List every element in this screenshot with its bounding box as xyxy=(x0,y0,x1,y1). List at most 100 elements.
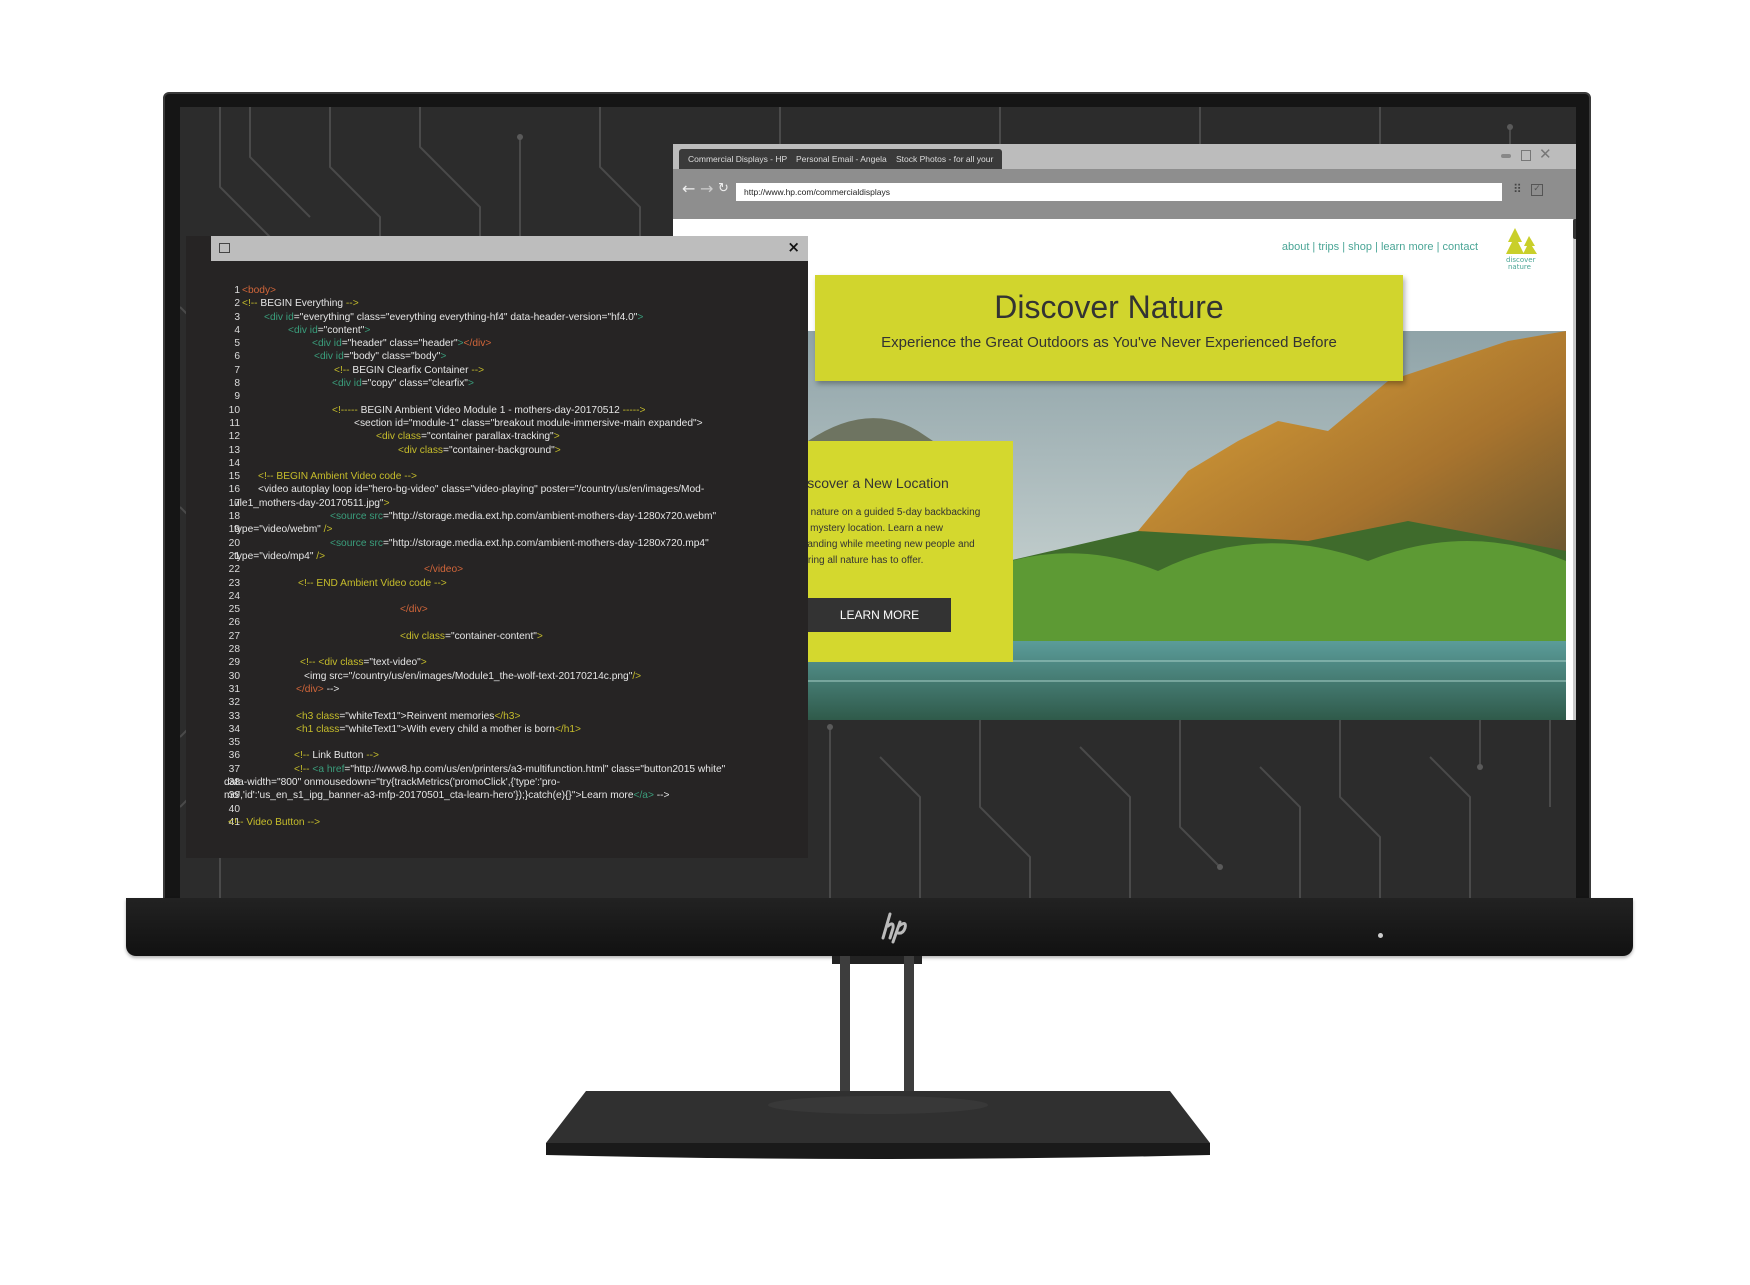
code-text: mo','id':'us_en_s1_ipg_banner-a3-mfp-201… xyxy=(224,789,669,802)
code-token: <h1 class xyxy=(296,723,340,735)
code-token: data-width="800" onmousedown="try{trackM… xyxy=(224,776,560,788)
code-token: </div> xyxy=(400,604,428,616)
line-number: 29 xyxy=(228,657,240,669)
code-text: <img src="/country/us/en/images/Module1_… xyxy=(304,670,641,683)
line-number: 24 xyxy=(228,590,240,602)
line-number: 20 xyxy=(228,537,240,549)
forward-icon[interactable]: → xyxy=(700,179,713,198)
code-text: <!-- <div class="text-video"> xyxy=(300,656,427,669)
nav-link-shop[interactable]: shop xyxy=(1348,241,1372,253)
code-line: 10 <!----- BEGIN Ambient Video Module 1 -… xyxy=(186,404,808,417)
line-number: 7 xyxy=(234,364,240,376)
monitor-base xyxy=(546,1091,1210,1159)
code-text: <!-- Link Button --> xyxy=(294,749,379,762)
code-text: <section id="module-1" class="breakout m… xyxy=(354,417,703,430)
code-token: > xyxy=(364,324,371,336)
code-line: 29 <!-- <div class="text-video"> xyxy=(186,656,808,669)
line-number: 15 xyxy=(228,471,240,483)
code-line: 38 data-width="800" onmousedown="try{trac… xyxy=(186,776,808,789)
back-icon[interactable]: ← xyxy=(682,179,695,198)
code-token: --> xyxy=(471,364,485,376)
restore-icon[interactable] xyxy=(1521,150,1531,161)
monitor-screen: Commercial Displays - HP Personal Email … xyxy=(180,107,1576,898)
code-text: <div id="body" class="body"> xyxy=(314,350,446,363)
nav-link-trips[interactable]: trips xyxy=(1318,241,1339,253)
nav-link-contact[interactable]: contact xyxy=(1443,241,1478,253)
learn-more-button[interactable]: LEARN MORE xyxy=(808,598,951,632)
code-token: <div id xyxy=(288,324,318,336)
apps-grid-icon[interactable]: ⠿ xyxy=(1513,182,1522,196)
code-token: > xyxy=(420,657,427,669)
code-line: 7 <!-- BEGIN Clearfix Container --> xyxy=(186,364,808,377)
checkbox-icon[interactable]: ✓ xyxy=(1531,184,1543,196)
code-token: --> xyxy=(345,298,359,310)
code-text: <!----- BEGIN Ambient Video Module 1 - m… xyxy=(332,404,646,417)
browser-window: Commercial Displays - HP Personal Email … xyxy=(673,144,1576,720)
line-number: 32 xyxy=(228,697,240,709)
close-icon[interactable]: ✕ xyxy=(1539,145,1552,163)
code-token: </video> xyxy=(424,564,464,576)
code-text: data-width="800" onmousedown="try{trackM… xyxy=(224,776,560,789)
reload-icon[interactable]: ↻ xyxy=(718,181,729,196)
code-token: <!-- xyxy=(294,763,313,775)
code-token: ="content" xyxy=(317,324,365,336)
line-number: 26 xyxy=(228,617,240,629)
nav-link-about[interactable]: about xyxy=(1282,241,1310,253)
code-text: <!-- BEGIN Clearfix Container --> xyxy=(334,364,484,377)
hero-subtitle: Experience the Great Outdoors as You've … xyxy=(881,334,1337,351)
address-bar[interactable]: http://www.hp.com/commercialdisplays xyxy=(736,183,1502,201)
line-number: 36 xyxy=(228,750,240,762)
code-area[interactable]: 1 <body> 2 <!-- BEGIN Everything --> 3 <div i… xyxy=(186,261,808,858)
line-number: 30 xyxy=(228,670,240,682)
code-token: <a href xyxy=(312,763,345,775)
code-token: --> xyxy=(653,790,670,802)
code-text: type="video/webm" /> xyxy=(234,523,332,536)
power-led-icon xyxy=(1378,933,1383,938)
code-token: Link Button xyxy=(312,750,367,762)
line-number: 1 xyxy=(234,285,240,296)
code-token: -----> xyxy=(622,404,646,416)
code-token: <div class xyxy=(400,630,446,642)
nav-link-learn-more[interactable]: learn more xyxy=(1381,241,1434,253)
minimize-icon[interactable] xyxy=(1501,154,1511,158)
line-number: 5 xyxy=(234,338,240,350)
close-icon[interactable]: × xyxy=(787,238,800,256)
code-line: 28 xyxy=(186,643,808,656)
code-line: 21 type="video/mp4" /> xyxy=(186,550,808,563)
code-token: <div class xyxy=(376,431,422,443)
code-text: <h3 class="whiteText1">Reinvent memories… xyxy=(296,710,520,723)
code-token: /> xyxy=(632,670,642,682)
code-token: > xyxy=(554,444,561,456)
code-line: 15 <!-- BEGIN Ambient Video code --> xyxy=(186,470,808,483)
hero-banner: Discover Nature Experience the Great Out… xyxy=(815,275,1403,381)
browser-tab[interactable]: Stock Photos - for all your xyxy=(887,149,1003,169)
code-token: BEGIN Clearfix Container xyxy=(352,364,472,376)
card-text: Explore nature on a guided 5-day backbac… xyxy=(808,507,981,566)
line-number: 4 xyxy=(234,324,240,336)
code-token: ="http://www8.hp.com/us/en/printers/a3-m… xyxy=(344,763,726,775)
code-line: 16 <video autoplay loop id="hero-bg-video… xyxy=(186,483,808,496)
svg-text:nature: nature xyxy=(1508,263,1531,270)
line-number: 14 xyxy=(228,457,240,469)
code-token: <source src xyxy=(330,511,383,523)
line-number: 18 xyxy=(228,511,240,523)
code-token: ="copy" class="clearfix" xyxy=(361,378,468,390)
code-line: 25 </div> xyxy=(186,603,808,616)
browser-tab[interactable]: Commercial Displays - HP xyxy=(679,149,797,169)
code-text: <!-- BEGIN Ambient Video code --> xyxy=(258,470,417,483)
code-line: 34 <h1 class="whiteText1">With every chil… xyxy=(186,723,808,736)
code-token: <!-- END Ambient Video code --> xyxy=(298,577,447,589)
scrollbar[interactable] xyxy=(1573,219,1576,720)
code-token: BEGIN Ambient Video Module 1 - mothers-d… xyxy=(360,404,623,416)
code-line: 14 xyxy=(186,457,808,470)
code-line: 24 xyxy=(186,590,808,603)
code-text: <source src="http://storage.media.ext.hp… xyxy=(330,510,716,523)
line-number: 23 xyxy=(228,577,240,589)
code-token: BEGIN Everything xyxy=(260,298,346,310)
browser-tab[interactable]: Personal Email - Angela xyxy=(787,149,896,169)
code-token: <div id xyxy=(312,338,342,350)
code-token: </a> xyxy=(633,790,654,802)
line-number: 34 xyxy=(228,723,240,735)
code-token: > xyxy=(467,378,474,390)
line-number: 33 xyxy=(228,710,240,722)
